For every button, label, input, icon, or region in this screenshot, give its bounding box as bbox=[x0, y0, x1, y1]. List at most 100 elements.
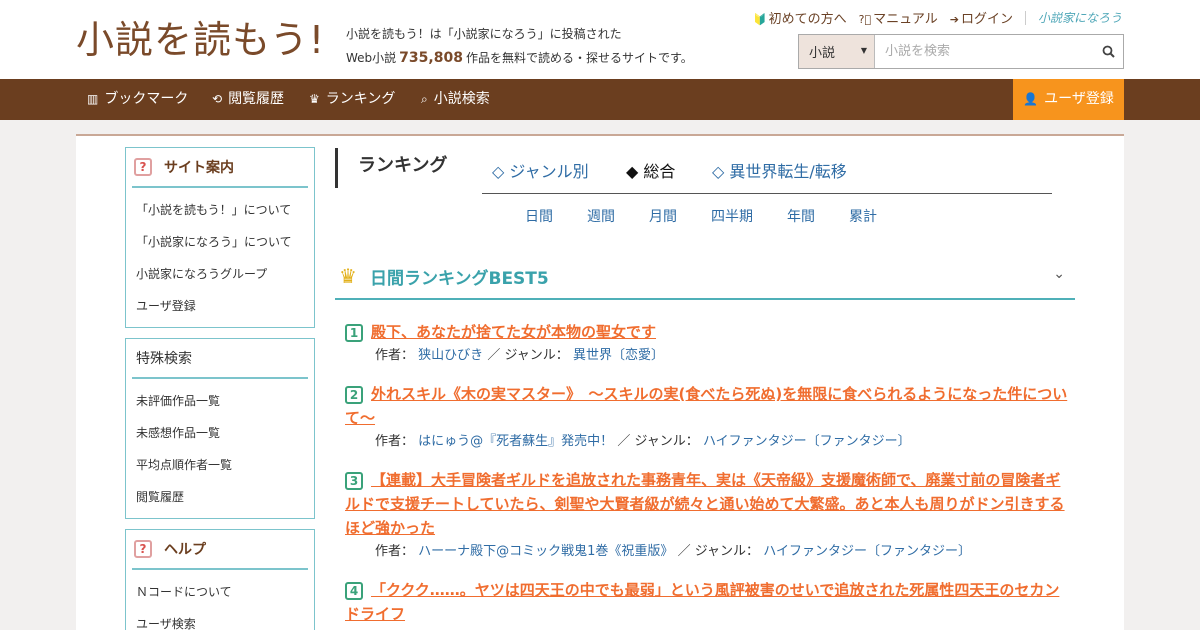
novel-meta: 作者： はにゅう@『死者蘇生』発売中！ ／ ジャンル： ハイファンタジー〔ファン… bbox=[345, 430, 1073, 454]
history-icon: ⟲ bbox=[212, 92, 223, 106]
best5-header[interactable]: ♛ 日間ランキングBEST5 ⌄ bbox=[335, 254, 1075, 300]
novel-title-link[interactable]: 外れスキル《木の実マスター》 ～スキルの実(食べたら死ぬ)を無限に食べられるよう… bbox=[345, 385, 1067, 427]
nav-history-label: 閲覧履歴 bbox=[228, 91, 285, 107]
site-logo[interactable]: 小説を読もう! bbox=[76, 14, 325, 66]
rank-number: 3 bbox=[345, 471, 363, 490]
ranking-tabs: ◇ ジャンル別 ◆ 総合 ◇ 異世界転生/転移 bbox=[482, 154, 1052, 194]
register-label: ユーザ登録 bbox=[1044, 91, 1114, 107]
site-guide-title-text: サイト案内 bbox=[164, 160, 234, 176]
search-type-value: 小説 bbox=[809, 46, 836, 61]
site-guide-item[interactable]: 小説家になろうグループ bbox=[136, 258, 314, 290]
help-item[interactable]: ユーザ検索 bbox=[136, 608, 314, 630]
search-icon bbox=[1102, 45, 1115, 58]
search-button[interactable] bbox=[1093, 35, 1123, 68]
nav-history[interactable]: ⟲ 閲覧履歴 bbox=[212, 79, 284, 120]
ranking-entry: 2 外れスキル《木の実マスター》 ～スキルの実(食べたら死ぬ)を無限に食べられるよ… bbox=[345, 382, 1073, 454]
novel-meta: 作者： 狭山ひびき ／ ジャンル： 異世界〔恋愛〕 bbox=[345, 344, 1073, 368]
novel-title-link[interactable]: 「ククク……。ヤツは四天王の中でも最弱」という風評被害のせいで追放された死属性四… bbox=[345, 581, 1059, 623]
author-link[interactable]: ハーーナ殿下@コミック戦鬼1巻《祝重版》 bbox=[418, 544, 673, 559]
nav-ranking-label: ランキング bbox=[325, 91, 396, 107]
sidebar-special-search: 特殊検索 未評価作品一覧 未感想作品一覧 平均点順作者一覧 閲覧履歴 bbox=[125, 338, 315, 519]
author-link[interactable]: はにゅう@『死者蘇生』発売中！ bbox=[418, 434, 613, 449]
bookmark-icon: ▥ bbox=[87, 92, 99, 106]
site-guide-list: 「小説を読もう！」について 「小説家になろう」について 小説家になろうグループ … bbox=[126, 188, 314, 326]
ranking-entry: 3 【連載】大手冒険者ギルドを追放された事務青年、実は《天帝級》支援魔術師で、廃業… bbox=[345, 468, 1073, 564]
genre-link[interactable]: ハイファンタジー〔ファンタジー〕 bbox=[763, 544, 971, 559]
nav-bookmark-label: ブックマーク bbox=[104, 91, 189, 107]
tab-isekai[interactable]: ◇ 異世界転生/転移 bbox=[712, 158, 847, 182]
beginner-icon: 🔰 bbox=[752, 13, 767, 26]
ranking-entry: 4 「ククク……。ヤツは四天王の中でも最弱」という風評被害のせいで追放された死属性… bbox=[345, 578, 1073, 626]
login-link[interactable]: ➔ ログイン bbox=[950, 8, 1013, 27]
period-total[interactable]: 累計 bbox=[849, 206, 877, 226]
nav-search[interactable]: ⌕ 小説検索 bbox=[421, 79, 490, 120]
question-icon: ? bbox=[134, 540, 152, 558]
dropdown-arrow-icon: ▼ bbox=[860, 46, 867, 55]
login-icon: ➔ bbox=[949, 13, 959, 26]
help-item[interactable]: Ｎコードについて bbox=[136, 576, 314, 608]
site-header: 小説を読もう! 小説を読もう！は「小説家になろう」に投稿された Web小説 735… bbox=[0, 0, 1200, 79]
author-label: 作者： bbox=[375, 434, 415, 449]
crown-icon: ♛ bbox=[339, 264, 357, 288]
beginner-label: 初めての方へ bbox=[768, 12, 847, 27]
special-search-item[interactable]: 閲覧履歴 bbox=[136, 481, 314, 513]
period-weekly[interactable]: 週間 bbox=[587, 206, 615, 226]
search-type-select[interactable]: 小説 ▼ bbox=[799, 35, 875, 68]
manual-label: マニュアル bbox=[873, 12, 938, 27]
sidebar-site-guide: ? サイト案内 「小説を読もう！」について 「小説家になろう」について 小説家にな… bbox=[125, 147, 315, 328]
register-button[interactable]: 👤 ユーザ登録 bbox=[1013, 79, 1124, 120]
ranking-entry: 1 殿下、あなたが捨てた女が本物の聖女です 作者： 狭山ひびき ／ ジャンル： 異… bbox=[345, 320, 1073, 368]
search-input[interactable] bbox=[875, 35, 1093, 68]
author-label: 作者： bbox=[375, 544, 415, 559]
question-icon: ? bbox=[134, 158, 152, 176]
rank-number: 4 bbox=[345, 581, 363, 600]
rank-number: 1 bbox=[345, 323, 363, 342]
ranking-heading: ランキング bbox=[335, 148, 447, 188]
nav-ranking[interactable]: ♛ ランキング bbox=[309, 79, 395, 120]
genre-label: ／ ジャンル： bbox=[487, 348, 569, 363]
site-tagline: 小説を読もう！は「小説家になろう」に投稿された Web小説 735,808 作品を無… bbox=[346, 22, 693, 70]
site-guide-item[interactable]: ユーザ登録 bbox=[136, 290, 314, 322]
genre-link[interactable]: 異世界〔恋愛〕 bbox=[573, 348, 664, 363]
nav-bookmark[interactable]: ▥ ブックマーク bbox=[87, 79, 188, 120]
period-daily[interactable]: 日間 bbox=[525, 206, 553, 226]
site-guide-item[interactable]: 「小説家になろう」について bbox=[136, 226, 314, 258]
sidebar-help: ? ヘルプ Ｎコードについて ユーザ検索 bbox=[125, 529, 315, 630]
top-links: 🔰 初めての方へ ?⃝ マニュアル ➔ ログイン 小説家になろう bbox=[753, 8, 1122, 27]
tagline-line-1: 小説を読もう！は「小説家になろう」に投稿された bbox=[346, 27, 622, 41]
special-search-item[interactable]: 未感想作品一覧 bbox=[136, 417, 314, 449]
login-label: ログイン bbox=[960, 12, 1013, 27]
site-guide-item[interactable]: 「小説を読もう！」について bbox=[136, 194, 314, 226]
question-circle-icon: ?⃝ bbox=[858, 13, 872, 26]
rank-number: 2 bbox=[345, 385, 363, 404]
tab-overall[interactable]: ◆ 総合 bbox=[626, 158, 675, 182]
tagline-suffix: 作品を無料で読める・探せるサイトです。 bbox=[465, 51, 693, 65]
best5-title: 日間ランキングBEST5 bbox=[370, 269, 549, 289]
main-nav: ▥ ブックマーク ⟲ 閲覧履歴 ♛ ランキング ⌕ 小説検索 👤 ユーザ登録 bbox=[0, 79, 1200, 120]
genre-label: ／ ジャンル： bbox=[677, 544, 760, 559]
help-list: Ｎコードについて ユーザ検索 bbox=[126, 570, 314, 630]
divider bbox=[1024, 10, 1026, 25]
site-guide-title: ? サイト案内 bbox=[132, 148, 308, 188]
period-quarterly[interactable]: 四半期 bbox=[711, 206, 753, 226]
special-search-item[interactable]: 未評価作品一覧 bbox=[136, 385, 314, 417]
beginner-link[interactable]: 🔰 初めての方へ bbox=[753, 8, 847, 27]
author-label: 作者： bbox=[375, 348, 415, 363]
period-monthly[interactable]: 月間 bbox=[649, 206, 677, 226]
manual-link[interactable]: ?⃝ マニュアル bbox=[859, 8, 938, 27]
nav-search-label: 小説検索 bbox=[433, 91, 490, 107]
genre-link[interactable]: ハイファンタジー〔ファンタジー〕 bbox=[703, 434, 911, 449]
chevron-down-icon[interactable]: ⌄ bbox=[1053, 266, 1065, 282]
special-search-item[interactable]: 平均点順作者一覧 bbox=[136, 449, 314, 481]
author-link[interactable]: 狭山ひびき bbox=[418, 348, 483, 363]
novel-title-link[interactable]: 殿下、あなたが捨てた女が本物の聖女です bbox=[371, 323, 656, 341]
tab-genre[interactable]: ◇ ジャンル別 bbox=[492, 158, 589, 182]
narou-logo[interactable]: 小説家になろう bbox=[1038, 9, 1122, 26]
novel-title-link[interactable]: 【連載】大手冒険者ギルドを追放された事務青年、実は《天帝級》支援魔術師で、廃業寸… bbox=[345, 471, 1065, 537]
genre-label: ／ ジャンル： bbox=[617, 434, 699, 449]
crown-icon: ♛ bbox=[309, 92, 320, 106]
tagline-prefix: Web小説 bbox=[346, 51, 397, 65]
novel-count: 735,808 bbox=[399, 50, 463, 66]
period-yearly[interactable]: 年間 bbox=[787, 206, 815, 226]
help-title: ? ヘルプ bbox=[132, 530, 308, 570]
